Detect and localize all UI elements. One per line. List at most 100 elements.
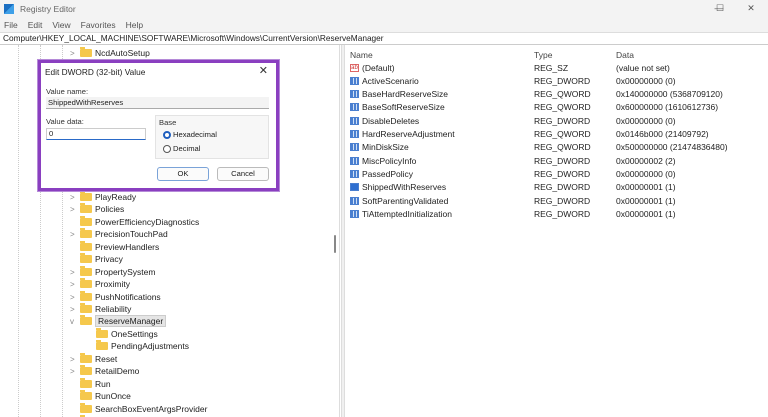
menu-file[interactable]: File: [4, 20, 18, 30]
chevron-right-icon[interactable]: >: [70, 367, 80, 376]
value-name: ShippedWithReserves: [346, 182, 534, 192]
tree-item-label: Privacy: [95, 254, 123, 264]
folder-icon: [96, 328, 108, 338]
value-type: REG_QWORD: [534, 129, 591, 139]
menu-help[interactable]: Help: [126, 20, 143, 30]
tree-scrollbar[interactable]: [334, 235, 336, 253]
tree-item[interactable]: v ReserveManager: [70, 315, 167, 327]
tree-item[interactable]: > Proximity: [70, 278, 130, 290]
tree-item[interactable]: > Reset: [70, 353, 117, 365]
close-button[interactable]: ✕: [736, 0, 766, 17]
value-type: REG_DWORD: [534, 115, 591, 126]
ok-button[interactable]: OK: [157, 167, 209, 181]
chevron-down-icon[interactable]: v: [70, 317, 80, 326]
value-name-text: (Default): [362, 62, 395, 73]
list-row[interactable]: ShippedWithReserves REG_DWORD 0x00000001 (…: [346, 181, 766, 194]
cancel-button[interactable]: Cancel: [217, 167, 269, 181]
value-data: (value not set): [616, 62, 670, 73]
list-row[interactable]: DisableDeletes REG_DWORD 0x00000000 (0): [346, 114, 766, 127]
tree-item[interactable]: PreviewHandlers: [70, 241, 159, 253]
folder-icon: [80, 315, 92, 325]
value-name: BaseHardReserveSize: [346, 89, 534, 99]
column-name[interactable]: Name: [346, 50, 534, 60]
list-row[interactable]: PassedPolicy REG_DWORD 0x00000000 (0): [346, 167, 766, 180]
list-row[interactable]: ActiveScenario REG_DWORD 0x00000000 (0): [346, 74, 766, 87]
tree-item[interactable]: PendingAdjustments: [86, 340, 189, 352]
tree-item[interactable]: Privacy: [70, 253, 123, 265]
value-name-text: ActiveScenario: [362, 75, 419, 86]
folder-icon: [80, 216, 92, 226]
chevron-right-icon[interactable]: >: [70, 268, 80, 277]
list-row[interactable]: HardReserveAdjustment REG_QWORD 0x0146b000…: [346, 128, 766, 141]
value-name: HardReserveAdjustment: [346, 129, 534, 139]
chevron-right-icon[interactable]: >: [70, 205, 80, 214]
tree-item[interactable]: > PushNotifications: [70, 291, 161, 303]
edit-dword-dialog: Edit DWORD (32-bit) Value ✕ Value name: …: [38, 60, 279, 191]
list-row[interactable]: BaseHardReserveSize REG_QWORD 0x140000000 …: [346, 88, 766, 101]
value-data: 0x00000000 (0): [616, 115, 676, 126]
maximize-button[interactable]: ☐: [705, 0, 735, 17]
tree-item[interactable]: OneSettings: [86, 328, 158, 340]
menu-edit[interactable]: Edit: [28, 20, 43, 30]
binary-value-icon: [350, 130, 359, 138]
tree-item-label: Proximity: [95, 279, 130, 289]
column-type[interactable]: Type: [534, 50, 616, 60]
chevron-right-icon[interactable]: >: [70, 355, 80, 364]
hexadecimal-radio[interactable]: Hexadecimal: [163, 130, 217, 139]
chevron-right-icon[interactable]: >: [70, 230, 80, 239]
list-row[interactable]: TiAttemptedInitialization REG_DWORD 0x0000…: [346, 207, 766, 220]
folder-icon: [80, 390, 92, 400]
folder-icon: [80, 378, 92, 388]
value-data-input[interactable]: 0: [46, 128, 146, 140]
tree-item[interactable]: SearchBoxEventArgsProvider: [70, 403, 207, 415]
folder-icon: [80, 241, 92, 251]
value-data: 0x500000000 (21474836480): [616, 142, 728, 153]
chevron-right-icon[interactable]: >: [70, 293, 80, 302]
list-row[interactable]: BaseSoftReserveSize REG_QWORD 0x60000000 (…: [346, 101, 766, 114]
value-data: 0x00000001 (1): [616, 195, 676, 206]
list-row[interactable]: SoftParentingValidated REG_DWORD 0x0000000…: [346, 194, 766, 207]
value-name: SoftParentingValidated: [346, 196, 534, 206]
list-row[interactable]: MiscPolicyInfo REG_DWORD 0x00000002 (2): [346, 154, 766, 167]
tree-item[interactable]: > PlayReady: [70, 191, 136, 203]
value-name-label: Value name:: [46, 87, 89, 96]
value-data: 0x0146b000 (21409792): [616, 129, 709, 139]
tree-item-label: RunOnce: [95, 391, 131, 401]
dialog-close-icon[interactable]: ✕: [259, 64, 268, 77]
value-type: REG_DWORD: [534, 155, 591, 166]
tree-item[interactable]: > NcdAutoSetup: [70, 47, 150, 59]
chevron-right-icon[interactable]: >: [70, 305, 80, 314]
value-name-text: SoftParentingValidated: [362, 195, 449, 206]
binary-value-icon: [350, 209, 359, 218]
binary-value-icon: [350, 90, 359, 99]
tree-item[interactable]: Run: [70, 378, 111, 390]
value-name: ActiveScenario: [346, 76, 534, 86]
decimal-radio[interactable]: Decimal: [163, 144, 200, 153]
registry-editor-icon: [4, 3, 14, 14]
tree-item-label: PowerEfficiencyDiagnostics: [95, 217, 200, 227]
tree-item[interactable]: > PrecisionTouchPad: [70, 228, 168, 240]
tree-item[interactable]: > Reliability: [70, 303, 131, 315]
value-name: DisableDeletes: [346, 116, 534, 126]
menu-view[interactable]: View: [52, 20, 70, 30]
column-data[interactable]: Data: [616, 50, 766, 60]
value-name: BaseSoftReserveSize: [346, 102, 534, 112]
tree-item[interactable]: PowerEfficiencyDiagnostics: [70, 216, 199, 228]
tree-item[interactable]: > Policies: [70, 203, 124, 215]
list-row[interactable]: ab (Default) REG_SZ (value not set): [346, 61, 766, 74]
chevron-right-icon[interactable]: >: [70, 49, 80, 58]
tree-item[interactable]: > RetailDemo: [70, 365, 139, 377]
address-bar[interactable]: Computer\HKEY_LOCAL_MACHINE\SOFTWARE\Mic…: [0, 32, 768, 45]
tree-item[interactable]: > PropertySystem: [70, 266, 155, 278]
hexadecimal-label: Hexadecimal: [173, 130, 217, 139]
radio-checked-icon: [163, 130, 171, 139]
menu-favorites[interactable]: Favorites: [81, 20, 116, 30]
chevron-right-icon[interactable]: >: [70, 280, 80, 289]
value-name: TiAttemptedInitialization: [346, 209, 534, 219]
chevron-right-icon[interactable]: >: [70, 193, 80, 202]
tree-item[interactable]: RunOnce: [70, 390, 131, 402]
pane-splitter[interactable]: [341, 45, 345, 417]
list-row[interactable]: MinDiskSize REG_QWORD 0x500000000 (2147483…: [346, 141, 766, 154]
minimize-button-2[interactable]: [675, 0, 705, 17]
value-type: REG_DWORD: [534, 168, 591, 179]
